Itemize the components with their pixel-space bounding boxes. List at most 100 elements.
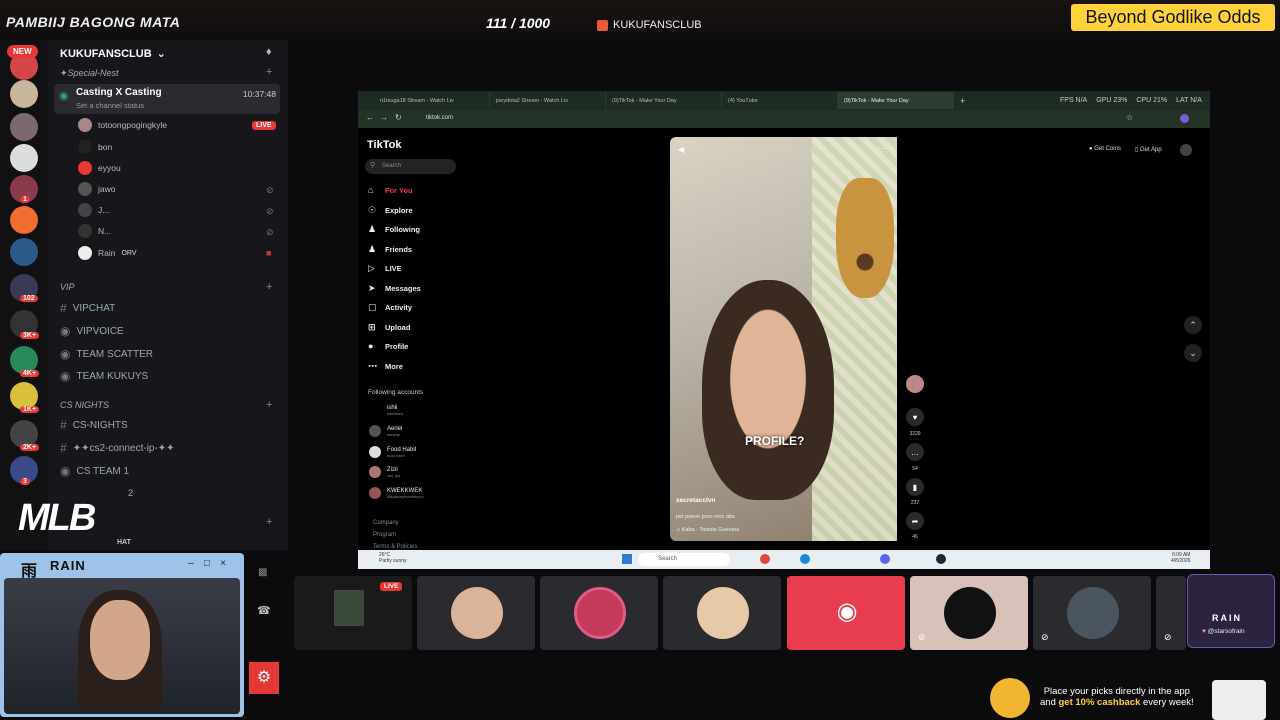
participant-tile[interactable]: ⊘ (1033, 576, 1151, 650)
server-avatar[interactable] (10, 80, 38, 108)
close-icon[interactable]: × (217, 558, 229, 570)
volume-icon[interactable]: ◀ (678, 145, 684, 154)
bookmark-icon[interactable]: ▮ (906, 478, 924, 496)
channel-cs2-connect[interactable]: # ✦✦cs2-connect-ip-✦✦ (60, 441, 175, 455)
participant-tile[interactable] (417, 576, 535, 650)
nav-upload[interactable]: ⊞ Upload (368, 322, 410, 332)
discord-logo-icon: ◉ (836, 598, 858, 625)
scroll-up-icon[interactable]: ⌃ (1184, 316, 1202, 334)
nav-for-you[interactable]: ⌂ For You (368, 185, 413, 195)
reload-icon[interactable]: ↻ (395, 113, 402, 122)
footer-link[interactable]: Program (373, 532, 396, 538)
voice-user[interactable]: jawo (78, 182, 115, 196)
get-coins-button[interactable]: ● Get Coins (1089, 146, 1121, 152)
url-input[interactable]: tiktok.com (426, 115, 453, 121)
more-options-icon[interactable]: ⋯ (878, 144, 886, 153)
discord-icon[interactable] (880, 554, 890, 564)
server-avatar[interactable] (10, 144, 38, 172)
weather-widget[interactable]: 26°C Partly sunny (379, 552, 407, 564)
server-header[interactable]: KUKUFANSCLUB ⌄ (60, 47, 166, 61)
following-account[interactable]: Zizii zizi_fps (369, 466, 400, 478)
new-tab-icon[interactable]: + (954, 96, 965, 106)
category-special-nest[interactable]: ✦Special-Nest (60, 68, 119, 79)
participant-tile[interactable] (540, 576, 658, 650)
creator-avatar[interactable] (906, 375, 924, 393)
browser-tab[interactable]: joeydota2 Stream - Watch Liv (490, 92, 606, 109)
chrome-icon[interactable] (760, 554, 770, 564)
bookmark-star-icon[interactable]: ☆ (1126, 113, 1133, 122)
windows-start-icon[interactable] (622, 554, 632, 564)
active-voice-channel[interactable]: ◉ Casting X Casting Set a channel status… (54, 84, 280, 114)
category-vip[interactable]: VIP (60, 282, 75, 292)
back-icon[interactable]: ← (366, 113, 374, 122)
add-channel-icon[interactable]: + (266, 399, 272, 411)
browser-tab-active[interactable]: (9)TikTok - Make Your Day (838, 92, 954, 109)
nav-messages[interactable]: ➤ Messages (368, 283, 421, 293)
nav-following[interactable]: ♟ Following (368, 224, 420, 234)
channel-cs-nights[interactable]: # CS-NIGHTS (60, 418, 128, 432)
nav-live[interactable]: ▷ LIVE (368, 263, 402, 273)
participant-tile[interactable]: ⊘ (910, 576, 1028, 650)
minimize-icon[interactable]: – (185, 558, 197, 570)
server-avatar[interactable] (10, 206, 38, 234)
tiktok-logo[interactable]: TikTok (367, 139, 401, 151)
user-avatar[interactable] (1180, 144, 1192, 156)
category-cs-nights[interactable]: CS NIGHTS (60, 400, 109, 410)
voice-user[interactable]: Rain ORV (78, 246, 137, 260)
browser-tab[interactable]: n1tsuga18 Stream - Watch Liv (374, 92, 490, 109)
nav-explore[interactable]: ☉ Explore (368, 205, 413, 215)
footer-link[interactable]: Company (373, 520, 399, 526)
voice-user[interactable]: N... (78, 224, 111, 238)
participant-tile[interactable]: ◉ (787, 576, 905, 650)
server-avatar[interactable] (10, 113, 38, 141)
screen-share-icon[interactable]: ▩ (258, 567, 267, 578)
server-avatar[interactable] (10, 238, 38, 266)
voice-user[interactable]: eyyou (78, 161, 121, 175)
browser-tab[interactable]: (4) YouTube (722, 92, 838, 109)
get-app-button[interactable]: ▯ Get App (1135, 146, 1162, 153)
edge-icon[interactable] (800, 554, 810, 564)
channel-cs-team-2[interactable]: 2 (128, 488, 133, 498)
voice-user[interactable]: J... (78, 203, 109, 217)
channel-vipvoice[interactable]: ◉ VIPVOICE (60, 324, 124, 338)
participant-tile[interactable]: ⊘ (1156, 576, 1186, 650)
channel-team-scatter[interactable]: ◉ TEAM SCATTER (60, 347, 153, 361)
browser-tab[interactable]: (9)TikTok - Make Your Day (606, 92, 722, 109)
channel-team-kukuys[interactable]: ◉ TEAM KUKUYS (60, 369, 148, 383)
nav-activity[interactable]: ▢ Activity (368, 302, 412, 312)
following-account[interactable]: KWEKKWEK stayawayfrommeyou (369, 487, 424, 499)
forward-icon[interactable]: → (380, 113, 388, 122)
nav-friends[interactable]: ♟ Friends (368, 244, 412, 254)
voice-user[interactable]: bon (78, 140, 112, 154)
following-account[interactable]: Aeriel aeriellp (369, 425, 402, 437)
channel-cs-team-1[interactable]: ◉ CS TEAM 1 (60, 464, 129, 478)
add-channel-icon[interactable]: + (266, 516, 272, 528)
add-member-icon[interactable]: ♦ (266, 46, 272, 58)
channel-vipchat[interactable]: # VIPCHAT (60, 301, 115, 315)
add-channel-icon[interactable]: + (266, 281, 272, 293)
share-icon[interactable]: ➦ (906, 512, 924, 530)
following-account[interactable]: Food Habit food.habit (369, 446, 416, 458)
nav-more[interactable]: ⋯ More (368, 361, 403, 371)
taskbar-clock[interactable]: 6:09 AM 4/8/2026 (1171, 552, 1190, 564)
following-account[interactable]: ishii ishiintaro (369, 404, 403, 416)
nav-profile[interactable]: ● Profile (368, 341, 408, 351)
maximize-icon[interactable]: □ (201, 558, 213, 570)
heart-icon[interactable]: ♥ (906, 408, 924, 426)
tiktok-search-input[interactable]: Search (365, 159, 456, 174)
scroll-down-icon[interactable]: ⌄ (1184, 344, 1202, 362)
add-channel-icon[interactable]: + (266, 66, 272, 78)
nav-label: Messages (385, 283, 421, 293)
settings-gear-icon[interactable]: ⚙ (249, 662, 279, 694)
weather-desc: Partly sunny (379, 558, 407, 564)
voice-user[interactable]: totoongpogingkyle (78, 118, 167, 132)
channel-partial[interactable]: HAT (117, 539, 131, 546)
video-music[interactable]: ♫ Kaba - Tootsie Guevara (676, 527, 739, 533)
participant-tile[interactable] (663, 576, 781, 650)
steam-icon[interactable] (936, 554, 946, 564)
comment-icon[interactable]: … (906, 443, 924, 461)
profile-avatar[interactable] (1180, 114, 1189, 123)
disconnect-icon[interactable]: ☎ (257, 604, 271, 617)
taskbar-search[interactable]: Search (638, 553, 730, 566)
video-username[interactable]: secretacclvn (676, 497, 715, 504)
